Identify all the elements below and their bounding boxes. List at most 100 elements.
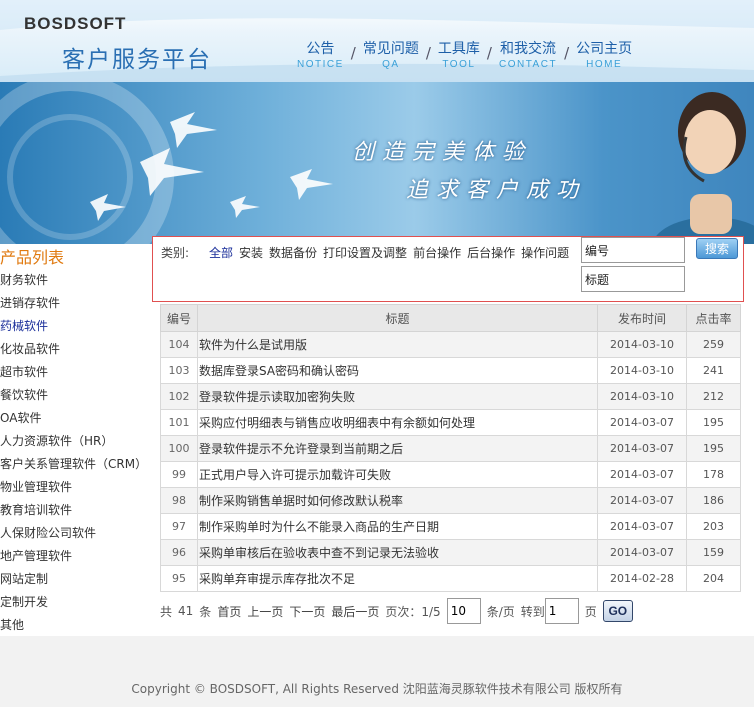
pager-next-link[interactable]: 下一页 xyxy=(289,603,325,620)
pager-last-link[interactable]: 最后一页 xyxy=(331,603,379,620)
number-search-input[interactable] xyxy=(581,237,685,263)
nav-notice-label: 公告 xyxy=(306,41,335,57)
row-title-link[interactable]: 制作采购单时为什么不能录入商品的生产日期 xyxy=(197,513,598,540)
main-nav: 公告 NOTICE / 常见问题 QA / 工具库 TOOL / 和我交流 CO… xyxy=(290,40,639,76)
nav-home[interactable]: 公司主页 HOME xyxy=(569,40,639,72)
row-hits: 159 xyxy=(686,539,741,566)
table-row: 95 采购单弃审提示库存批次不足 2014-02-28 204 xyxy=(160,565,741,592)
goto-page-input[interactable] xyxy=(544,598,579,624)
row-number: 97 xyxy=(160,513,198,540)
banner-slogan-2: 追求客户成功 xyxy=(406,178,587,203)
nav-contact-en: CONTACT xyxy=(498,59,558,70)
row-title-link[interactable]: 采购应付明细表与销售应收明细表中有余额如何处理 xyxy=(197,409,598,436)
sidebar-item[interactable]: 地产管理软件 xyxy=(0,546,147,569)
title-search-input[interactable] xyxy=(581,266,685,292)
row-number: 102 xyxy=(160,383,198,410)
sidebar-item[interactable]: 超市软件 xyxy=(0,362,147,385)
pager-total: 41 xyxy=(178,604,194,618)
pager-goto-prefix: 转到 xyxy=(520,604,545,619)
sidebar-item[interactable]: 财务软件 xyxy=(0,270,147,293)
nav-notice[interactable]: 公告 NOTICE xyxy=(290,40,351,72)
category-frontend[interactable]: 前台操作 xyxy=(413,244,461,261)
table-row: 96 采购单审核后在验收表中查不到记录无法验收 2014-03-07 159 xyxy=(160,539,741,566)
row-hits: 195 xyxy=(686,435,741,462)
sidebar-item[interactable]: 餐饮软件 xyxy=(0,385,147,408)
table-row: 100 登录软件提示不允许登录到当前期之后 2014-03-07 195 xyxy=(160,435,741,462)
row-hits: 259 xyxy=(686,331,741,358)
pager-goto-suffix: 页 xyxy=(584,604,597,619)
row-date: 2014-03-07 xyxy=(597,513,687,540)
page-size-input[interactable] xyxy=(446,598,481,624)
company-logo[interactable]: BOSDSOFT xyxy=(24,14,126,34)
nav-contact-label: 和我交流 xyxy=(500,41,557,57)
col-header-title: 标题 xyxy=(197,304,598,332)
row-hits: 178 xyxy=(686,461,741,488)
table-row: 98 制作采购销售单据时如何修改默认税率 2014-03-07 186 xyxy=(160,487,741,514)
table-row: 97 制作采购单时为什么不能录入商品的生产日期 2014-03-07 203 xyxy=(160,513,741,540)
nav-home-en: HOME xyxy=(586,59,623,70)
pager-total-prefix: 共 xyxy=(160,604,173,619)
row-title-link[interactable]: 数据库登录SA密码和确认密码 xyxy=(197,357,598,384)
hero-banner: 创造完美体验 追求客户成功 xyxy=(0,82,754,244)
category-backend[interactable]: 后台操作 xyxy=(467,244,515,261)
row-number: 100 xyxy=(160,435,198,462)
sidebar-item[interactable]: 进销存软件 xyxy=(0,293,147,316)
nav-notice-en: NOTICE xyxy=(297,59,344,70)
row-title-link[interactable]: 制作采购销售单据时如何修改默认税率 xyxy=(197,487,598,514)
nav-contact[interactable]: 和我交流 CONTACT xyxy=(492,40,564,72)
row-title-link[interactable]: 采购单弃审提示库存批次不足 xyxy=(197,565,598,592)
row-title-link[interactable]: 软件为什么是试用版 xyxy=(197,331,598,358)
row-title-link[interactable]: 采购单审核后在验收表中查不到记录无法验收 xyxy=(197,539,598,566)
category-list: 全部 安装 数据备份 打印设置及调整 前台操作 后台操作 操作问题 xyxy=(209,244,575,261)
sidebar-item[interactable]: 药械软件 xyxy=(0,316,147,339)
sidebar-item[interactable]: 人保财险公司软件 xyxy=(0,523,147,546)
row-date: 2014-03-10 xyxy=(597,383,687,410)
pager-total-suffix: 条 xyxy=(199,604,212,619)
category-label: 类别: xyxy=(161,246,190,260)
row-hits: 195 xyxy=(686,409,741,436)
row-number: 96 xyxy=(160,539,198,566)
sidebar-item[interactable]: 其他 xyxy=(0,615,147,638)
row-title-link[interactable]: 登录软件提示不允许登录到当前期之后 xyxy=(197,435,598,462)
nav-qa[interactable]: 常见问题 QA xyxy=(356,40,426,72)
sidebar-item[interactable]: 教育培训软件 xyxy=(0,500,147,523)
sidebar-item[interactable]: 网站定制 xyxy=(0,569,147,592)
table-header-row: 编号 标题 发布时间 点击率 xyxy=(160,304,741,332)
row-date: 2014-03-07 xyxy=(597,487,687,514)
category-operation[interactable]: 操作问题 xyxy=(521,244,569,261)
pager-page-info: 页次：1/5 xyxy=(385,604,441,619)
sidebar-item[interactable]: 化妆品软件 xyxy=(0,339,147,362)
row-hits: 203 xyxy=(686,513,741,540)
product-list: 财务软件 进销存软件 药械软件 化妆品软件 超市软件 餐饮软件 OA软件 人力资… xyxy=(0,270,147,638)
row-hits: 186 xyxy=(686,487,741,514)
category-install[interactable]: 安装 xyxy=(239,244,263,261)
category-backup[interactable]: 数据备份 xyxy=(269,244,317,261)
sidebar-item[interactable]: OA软件 xyxy=(0,408,147,431)
pager-prev-link[interactable]: 上一页 xyxy=(247,603,283,620)
row-date: 2014-03-07 xyxy=(597,435,687,462)
pager-page-size-suffix: 条/页 xyxy=(486,604,515,619)
sidebar-item[interactable]: 物业管理软件 xyxy=(0,477,147,500)
row-number: 103 xyxy=(160,357,198,384)
col-header-date: 发布时间 xyxy=(597,304,687,332)
category-all[interactable]: 全部 xyxy=(209,244,233,261)
row-date: 2014-03-10 xyxy=(597,357,687,384)
row-number: 98 xyxy=(160,487,198,514)
nav-qa-label: 常见问题 xyxy=(362,41,419,57)
table-row: 99 正式用户导入许可提示加载许可失败 2014-03-07 178 xyxy=(160,461,741,488)
sidebar-item[interactable]: 客户关系管理软件（CRM） xyxy=(0,454,147,477)
pager-first-link[interactable]: 首页 xyxy=(217,603,241,620)
go-button[interactable]: GO xyxy=(602,600,633,622)
row-hits: 212 xyxy=(686,383,741,410)
nav-tool[interactable]: 工具库 TOOL xyxy=(431,40,487,72)
copyright-text: Copyright © BOSDSOFT, All Rights Reserve… xyxy=(131,682,623,696)
category-print[interactable]: 打印设置及调整 xyxy=(323,244,407,261)
row-hits: 241 xyxy=(686,357,741,384)
row-number: 104 xyxy=(160,331,198,358)
row-number: 99 xyxy=(160,461,198,488)
row-title-link[interactable]: 登录软件提示读取加密狗失败 xyxy=(197,383,598,410)
sidebar-item[interactable]: 人力资源软件（HR） xyxy=(0,431,147,454)
row-title-link[interactable]: 正式用户导入许可提示加载许可失败 xyxy=(197,461,598,488)
search-button[interactable]: 搜索 xyxy=(696,238,738,259)
sidebar-item[interactable]: 定制开发 xyxy=(0,592,147,615)
